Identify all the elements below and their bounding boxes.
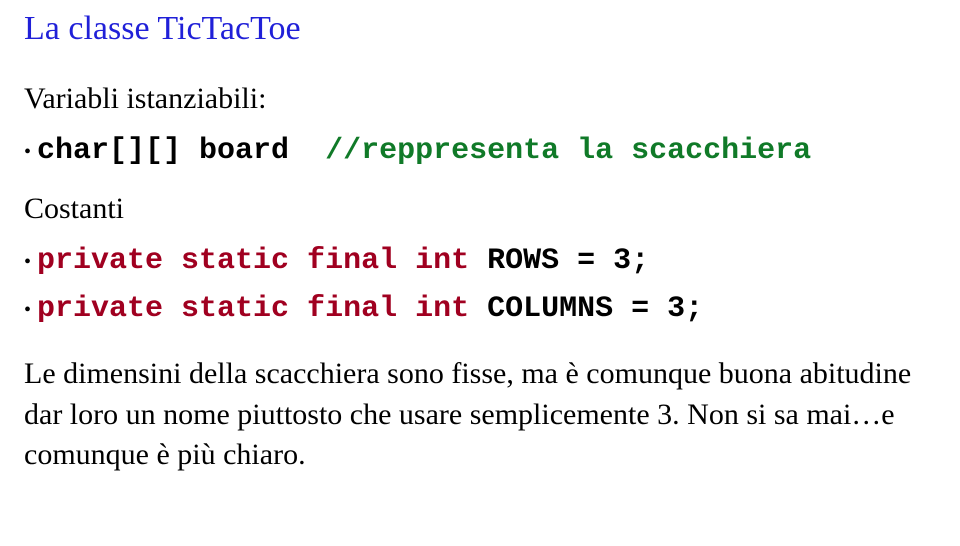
code-rows-rest: ROWS = 3; xyxy=(487,244,649,278)
code-line-rows: • private static final int ROWS = 3; xyxy=(24,244,936,278)
bullet-icon: • xyxy=(24,295,31,325)
code-line-columns: • private static final int COLUMNS = 3; xyxy=(24,292,936,326)
code-board-comment: //reppresenta la scacchiera xyxy=(325,134,811,168)
bullet-icon: • xyxy=(24,247,31,277)
code-keywords: private static final int xyxy=(37,292,487,326)
explanation-paragraph: Le dimensini della scacchiera sono fisse… xyxy=(24,354,936,476)
code-line-board: • char[][] board //reppresenta la scacch… xyxy=(24,134,936,168)
slide-title: La classe TicTacToe xyxy=(24,10,936,48)
code-board-decl: char[][] board xyxy=(37,134,325,168)
code-columns-rest: COLUMNS = 3; xyxy=(487,292,703,326)
section-intro: Variabli istanziabili: xyxy=(24,82,936,116)
bullet-icon: • xyxy=(24,137,31,167)
slide: La classe TicTacToe Variabli istanziabil… xyxy=(0,0,960,546)
code-keywords: private static final int xyxy=(37,244,487,278)
section-constants-label: Costanti xyxy=(24,192,936,226)
